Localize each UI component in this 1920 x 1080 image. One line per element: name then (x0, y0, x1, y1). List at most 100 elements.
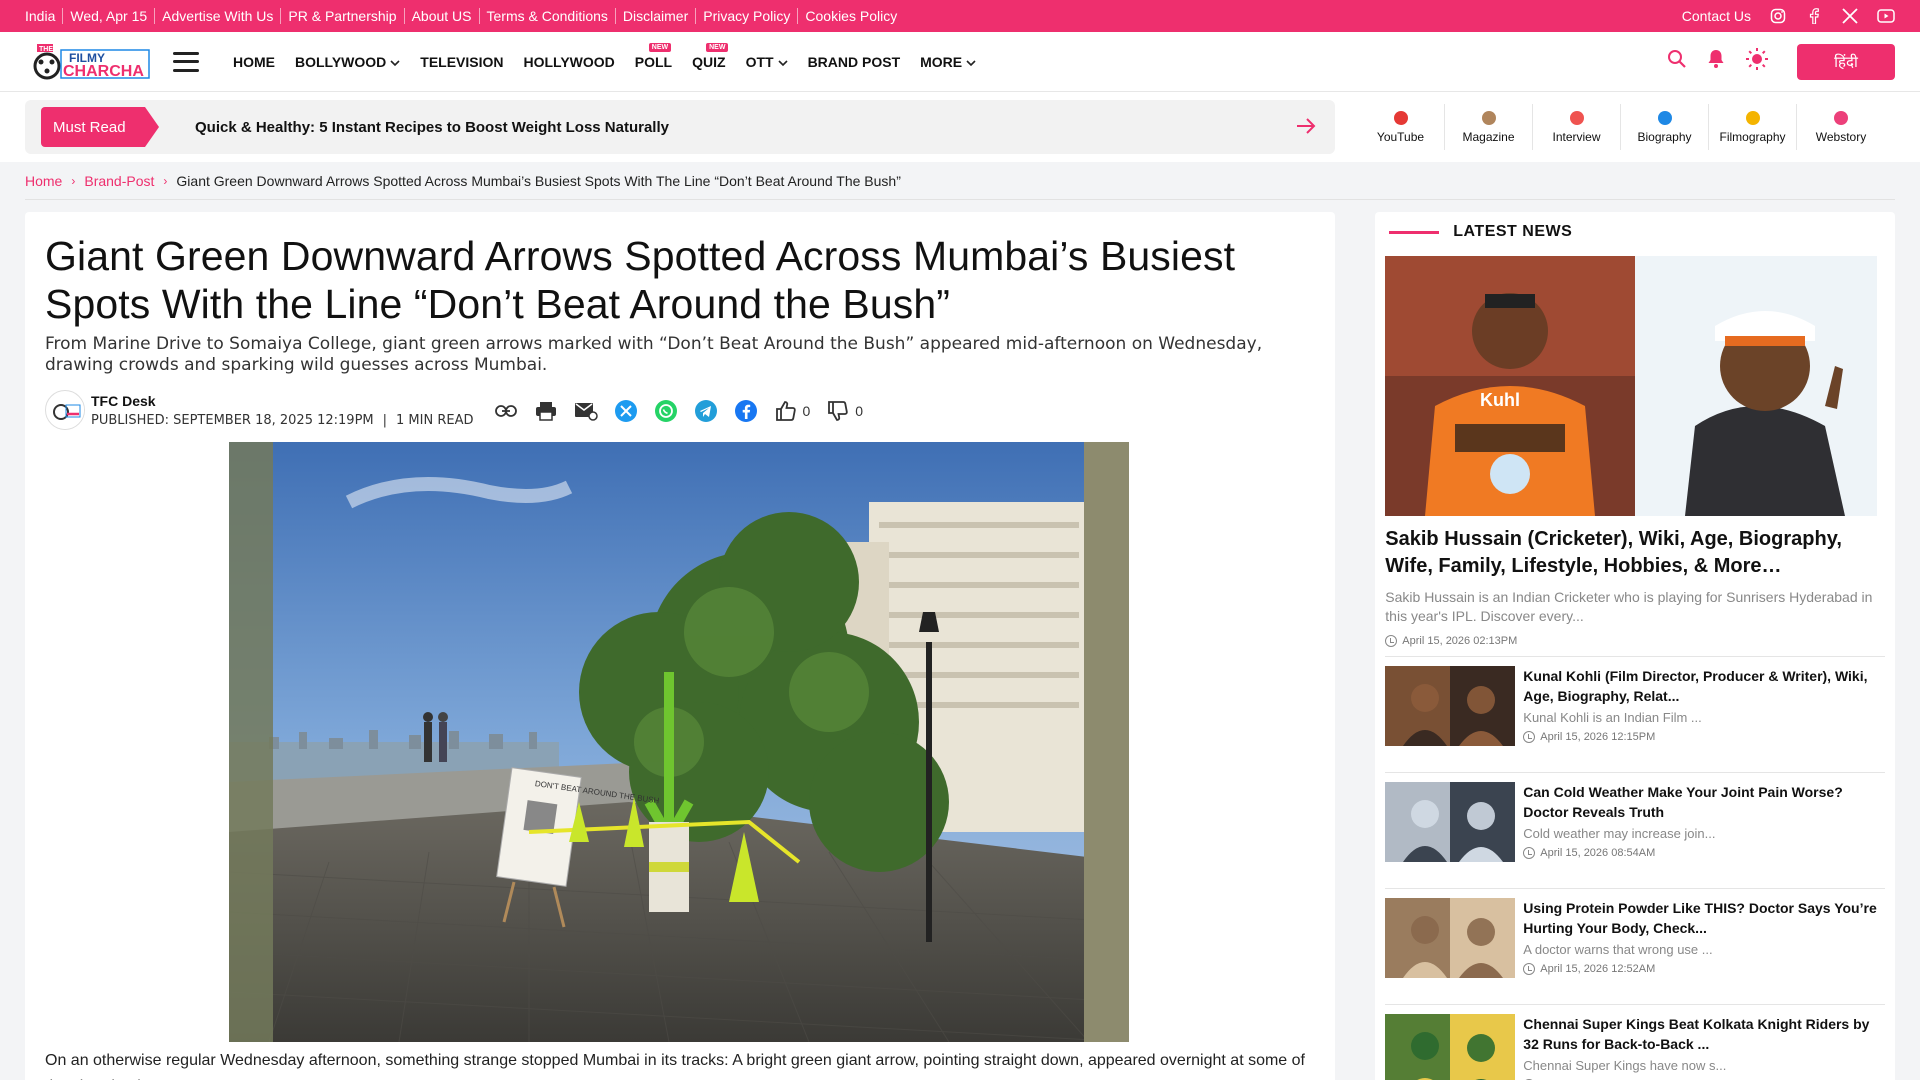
article-meta: TFC Desk PUBLISHED: SEPTEMBER 18, 2025 1… (45, 390, 1315, 430)
top-link-about[interactable]: About US (403, 8, 479, 24)
hero-image: DON'T BEAT AROUND THE BUSH (229, 442, 1129, 1042)
thumbs-down-icon[interactable] (826, 399, 850, 423)
news-item[interactable]: Using Protein Powder Like THIS? Doctor S… (1385, 888, 1885, 995)
news-thumbnail[interactable] (1385, 782, 1516, 862)
instagram-icon[interactable] (1769, 7, 1787, 25)
news-title[interactable]: Kunal Kohli (Film Director, Producer & W… (1523, 666, 1885, 706)
quick-link-youtube[interactable]: YouTube (1357, 104, 1445, 150)
svg-text:Kuhl: Kuhl (1480, 390, 1520, 410)
news-title[interactable]: Using Protein Powder Like THIS? Doctor S… (1523, 898, 1885, 938)
chevron-down-icon (390, 54, 400, 70)
hindi-language-button[interactable]: हिंदी (1797, 43, 1895, 80)
arrow-right-icon[interactable] (1295, 115, 1317, 142)
x-share-icon[interactable] (614, 399, 638, 423)
clock-icon (1523, 847, 1536, 859)
x-twitter-icon[interactable] (1841, 7, 1859, 25)
nav-item-ott[interactable]: OTT (746, 54, 788, 70)
youtube-icon (1393, 110, 1408, 125)
notification-bell-icon[interactable] (1707, 49, 1725, 74)
chevron-right-icon: › (163, 173, 168, 188)
telegram-icon[interactable] (694, 399, 718, 423)
author-block: TFC Desk PUBLISHED: SEPTEMBER 18, 2025 1… (91, 393, 474, 428)
chevron-down-icon (777, 54, 788, 70)
nav-item-label: QUIZ (692, 53, 726, 70)
quick-link-biography[interactable]: Biography (1621, 104, 1709, 150)
nav-item-television[interactable]: TELEVISION (420, 54, 503, 70)
top-link-terms[interactable]: Terms & Conditions (478, 8, 615, 24)
contact-link[interactable]: Contact Us (1682, 8, 1751, 24)
must-read-row: Must Read Quick & Healthy: 5 Instant Rec… (0, 92, 1920, 162)
nav-item-poll[interactable]: POLL NEW (635, 42, 672, 70)
copy-link-icon[interactable] (494, 399, 518, 423)
read-time: 1 MIN READ (396, 412, 474, 428)
news-title[interactable]: Chennai Super Kings Beat Kolkata Knight … (1523, 1014, 1885, 1054)
top-link-pr[interactable]: PR & Partnership (280, 8, 403, 24)
must-read-box[interactable]: Must Read Quick & Healthy: 5 Instant Rec… (25, 100, 1335, 154)
news-thumbnail[interactable] (1385, 1014, 1516, 1080)
interview-icon (1569, 110, 1584, 125)
top-right: Contact Us (1682, 7, 1895, 25)
quick-link-magazine[interactable]: Magazine (1445, 104, 1533, 150)
article: Giant Green Downward Arrows Spotted Acro… (25, 212, 1336, 1080)
nav-item-more[interactable]: MORE (920, 54, 976, 70)
nav-item-quiz[interactable]: QUIZ NEW (692, 42, 729, 70)
facebook-icon[interactable] (1805, 7, 1823, 25)
quick-link-label: Magazine (1462, 129, 1515, 144)
svg-text:CHARCHA: CHARCHA (63, 63, 144, 80)
top-link-advertise[interactable]: Advertise With Us (154, 8, 280, 24)
news-item[interactable]: Kunal Kohli (Film Director, Producer & W… (1385, 656, 1885, 763)
hamburger-menu-icon[interactable] (173, 51, 199, 72)
top-link-disclaimer[interactable]: Disclaimer (614, 8, 695, 24)
quick-link-filmography[interactable]: Filmography (1709, 104, 1797, 150)
print-icon[interactable] (534, 399, 558, 423)
lead-news-image[interactable]: Kuhl (1385, 256, 1878, 516)
site-logo[interactable]: THE FILMY CHARCHA (25, 39, 153, 84)
quick-link-label: Interview (1552, 129, 1601, 144)
news-text: Using Protein Powder Like THIS? Doctor S… (1523, 898, 1885, 995)
nav-item-brand-post[interactable]: BRAND POST (808, 54, 901, 70)
nav-item-home[interactable]: HOME (233, 54, 275, 70)
news-text: Kunal Kohli (Film Director, Producer & W… (1523, 666, 1885, 763)
news-item[interactable]: Can Cold Weather Make Your Joint Pain Wo… (1385, 772, 1885, 879)
youtube-icon[interactable] (1877, 7, 1895, 25)
breadcrumb-section[interactable]: Brand-Post (84, 173, 154, 189)
author-avatar[interactable] (45, 390, 85, 430)
top-link-privacy[interactable]: Privacy Policy (695, 8, 797, 24)
author-name[interactable]: TFC Desk (91, 393, 474, 409)
main-content: Giant Green Downward Arrows Spotted Acro… (25, 212, 1895, 1080)
nav-item-hollywood[interactable]: HOLLYWOOD (524, 54, 615, 70)
search-icon[interactable] (1667, 49, 1687, 74)
email-icon[interactable] (574, 399, 598, 423)
must-read-label: Must Read (41, 107, 159, 147)
news-date: April 15, 2026 12:15PM (1523, 731, 1885, 743)
quick-link-label: Webstory (1815, 129, 1867, 144)
must-read-headline[interactable]: Quick & Healthy: 5 Instant Recipes to Bo… (195, 119, 669, 136)
breadcrumb-home[interactable]: Home (25, 173, 62, 189)
whatsapp-icon[interactable] (654, 399, 678, 423)
nav-item-bollywood[interactable]: BOLLYWOOD (295, 54, 400, 70)
news-title[interactable]: Can Cold Weather Make Your Joint Pain Wo… (1523, 782, 1885, 822)
magazine-icon (1481, 110, 1496, 125)
quick-link-webstory[interactable]: Webstory (1797, 104, 1885, 150)
quick-link-interview[interactable]: Interview (1533, 104, 1621, 150)
news-list: Kunal Kohli (Film Director, Producer & W… (1385, 656, 1885, 1080)
news-item[interactable]: Chennai Super Kings Beat Kolkata Knight … (1385, 1004, 1885, 1080)
theme-toggle-sun-icon[interactable] (1745, 47, 1769, 76)
top-link-region[interactable]: India (25, 8, 62, 24)
like-count: 0 (802, 403, 811, 419)
news-excerpt: Chennai Super Kings have now s... (1523, 1058, 1727, 1073)
news-thumbnail[interactable] (1385, 666, 1516, 746)
nav-item-label: TELEVISION (420, 53, 504, 70)
quick-links: YouTube Magazine Interview Biography Filmogr… (1357, 104, 1885, 150)
lead-news-title[interactable]: Sakib Hussain (Cricketer), Wiki, Age, Bi… (1385, 526, 1885, 580)
news-thumbnail[interactable] (1385, 898, 1516, 978)
biography-icon (1657, 110, 1672, 125)
news-excerpt: Kunal Kohli is an Indian Film ... (1523, 710, 1702, 725)
article-subtitle: From Marine Drive to Somaiya College, gi… (45, 334, 1263, 375)
main-header: THE FILMY CHARCHA HOME BOLLYWOOD TELEVISIO… (0, 32, 1920, 92)
thumbs-up-icon[interactable] (774, 399, 798, 423)
nav-item-label: HOLLYWOOD (523, 53, 615, 70)
heading-accent-bar (1389, 230, 1440, 234)
top-link-cookies[interactable]: Cookies Policy (797, 8, 904, 24)
facebook-share-icon[interactable] (734, 399, 758, 423)
